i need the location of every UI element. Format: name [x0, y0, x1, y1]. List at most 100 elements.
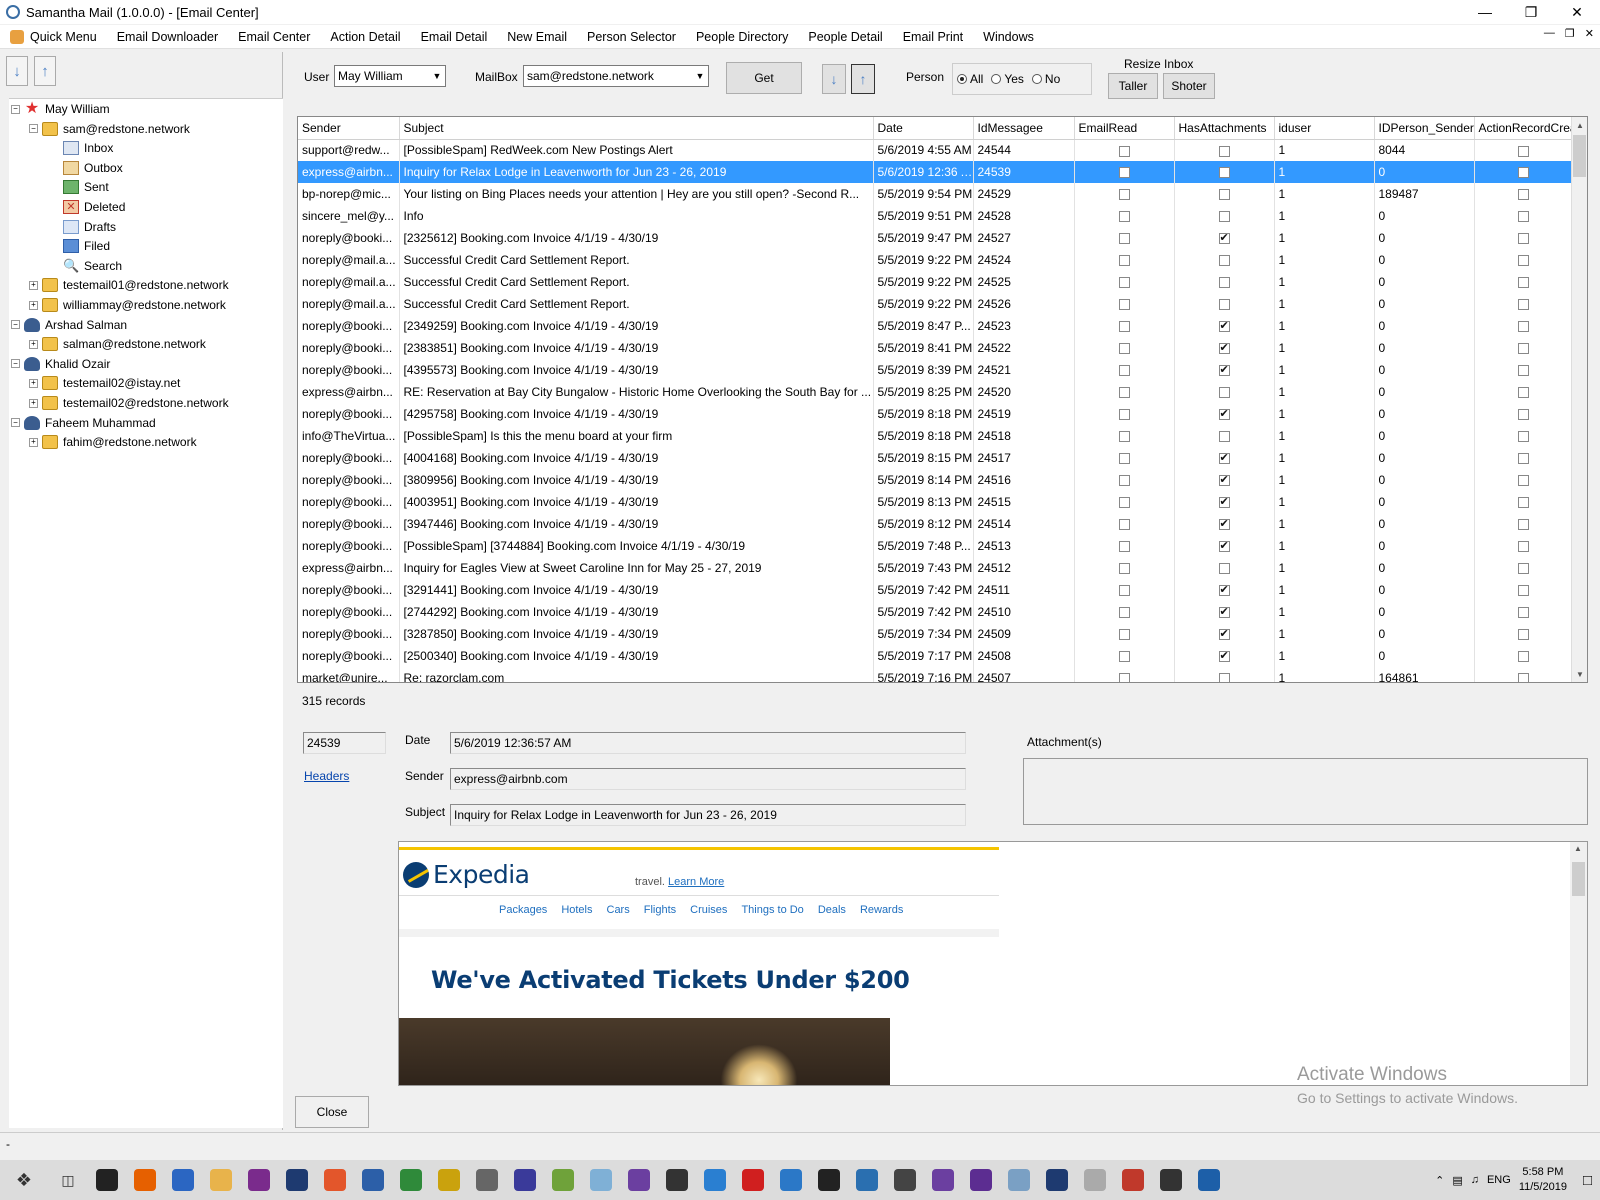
language-indicator[interactable]: ENG: [1487, 1174, 1511, 1186]
expand-icon[interactable]: +: [29, 280, 38, 290]
menu-person-selector[interactable]: Person Selector: [577, 25, 686, 49]
unchecked-box-icon[interactable]: [1518, 541, 1529, 553]
column-header-subject[interactable]: Subject: [399, 117, 874, 140]
menu-email-detail[interactable]: Email Detail: [411, 25, 498, 49]
collapse-icon[interactable]: −: [11, 359, 20, 369]
taskbar-app-icon[interactable]: [582, 1160, 620, 1200]
table-row[interactable]: express@airbn... RE: Reservation at Bay C…: [298, 381, 1574, 403]
unchecked-box-icon[interactable]: [1118, 277, 1130, 289]
checked-box-icon[interactable]: [1218, 627, 1230, 641]
taskbar-app-icon[interactable]: [430, 1160, 468, 1200]
unchecked-box-icon[interactable]: [1118, 387, 1130, 399]
email-nav-link[interactable]: Cruises: [690, 904, 727, 916]
unchecked-box-icon[interactable]: [1118, 475, 1130, 487]
email-nav-link[interactable]: Hotels: [561, 904, 592, 916]
taskbar-app-icon[interactable]: [1000, 1160, 1038, 1200]
unchecked-box-icon[interactable]: [1218, 255, 1230, 267]
close-window-icon[interactable]: ✕: [1554, 0, 1600, 24]
unchecked-box-icon[interactable]: [1218, 673, 1230, 682]
column-header-idperson_sender[interactable]: IDPerson_Sender: [1374, 117, 1475, 140]
taskbar-app-icon[interactable]: [88, 1160, 126, 1200]
get-button[interactable]: Get: [726, 62, 802, 94]
table-row[interactable]: express@airbn... Inquiry for Relax Lodge …: [298, 161, 1574, 183]
table-row[interactable]: noreply@mail.a... Successful Credit Card …: [298, 249, 1574, 271]
taskbar-app-icon[interactable]: [734, 1160, 772, 1200]
taskbar-app-icon[interactable]: [240, 1160, 278, 1200]
tree-item[interactable]: Inbox: [63, 138, 113, 158]
checked-box-icon[interactable]: [1218, 517, 1230, 531]
expand-icon[interactable]: +: [29, 378, 38, 388]
unchecked-box-icon[interactable]: [1218, 145, 1230, 157]
unchecked-box-icon[interactable]: [1118, 211, 1130, 223]
unchecked-box-icon[interactable]: [1518, 409, 1529, 421]
scroll-up-icon[interactable]: ▲: [1574, 844, 1582, 853]
unchecked-box-icon[interactable]: [1118, 629, 1130, 641]
learn-more-link[interactable]: Learn More: [668, 876, 724, 888]
unchecked-box-icon[interactable]: [1518, 321, 1529, 333]
taskbar-app-icon[interactable]: [924, 1160, 962, 1200]
unchecked-box-icon[interactable]: [1518, 607, 1529, 619]
scroll-thumb[interactable]: [1573, 135, 1586, 177]
unchecked-box-icon[interactable]: [1118, 651, 1130, 663]
table-row[interactable]: bp-norep@mic... Your listing on Bing Plac…: [298, 183, 1574, 205]
unchecked-box-icon[interactable]: [1218, 563, 1230, 575]
unchecked-box-icon[interactable]: [1118, 541, 1130, 553]
close-button[interactable]: Close: [295, 1096, 369, 1128]
menu-new-email[interactable]: New Email: [497, 25, 577, 49]
unchecked-box-icon[interactable]: [1218, 277, 1230, 289]
unchecked-box-icon[interactable]: [1518, 563, 1529, 575]
unchecked-box-icon[interactable]: [1518, 431, 1529, 443]
table-row[interactable]: express@airbn... Inquiry for Eagles View …: [298, 557, 1574, 579]
email-nav-link[interactable]: Flights: [644, 904, 676, 916]
taskbar-app-icon[interactable]: [164, 1160, 202, 1200]
unchecked-box-icon[interactable]: [1118, 145, 1130, 157]
taskbar-app-icon[interactable]: [1076, 1160, 1114, 1200]
table-row[interactable]: noreply@booki... [4003951] Booking.com In…: [298, 491, 1574, 513]
table-row[interactable]: noreply@booki... [4295758] Booking.com In…: [298, 403, 1574, 425]
table-row[interactable]: info@TheVirtua... [PossibleSpam] Is this …: [298, 425, 1574, 447]
collapse-icon[interactable]: −: [11, 418, 20, 428]
column-header-iduser[interactable]: iduser: [1274, 117, 1375, 140]
taskbar-app-icon[interactable]: [1190, 1160, 1228, 1200]
table-row[interactable]: noreply@booki... [2500340] Booking.com In…: [298, 645, 1574, 667]
menu-email-downloader[interactable]: Email Downloader: [107, 25, 228, 49]
tree-item[interactable]: Sent: [63, 177, 109, 197]
unchecked-box-icon[interactable]: [1518, 145, 1529, 157]
unchecked-box-icon[interactable]: [1218, 167, 1230, 179]
table-row[interactable]: noreply@booki... [2383851] Booking.com In…: [298, 337, 1574, 359]
checked-box-icon[interactable]: [1218, 231, 1230, 245]
unchecked-box-icon[interactable]: [1118, 497, 1130, 509]
column-header-emailread[interactable]: EmailRead: [1074, 117, 1175, 140]
unchecked-box-icon[interactable]: [1518, 211, 1529, 223]
clock[interactable]: 5:58 PM 11/5/2019: [1519, 1165, 1567, 1195]
taskbar-app-icon[interactable]: [1114, 1160, 1152, 1200]
taskbar-app-icon[interactable]: [1038, 1160, 1076, 1200]
unchecked-box-icon[interactable]: [1218, 211, 1230, 223]
unchecked-box-icon[interactable]: [1218, 387, 1230, 399]
unchecked-box-icon[interactable]: [1118, 431, 1130, 443]
menu-email-center[interactable]: Email Center: [228, 25, 320, 49]
menu-quick-menu[interactable]: Quick Menu: [24, 25, 107, 49]
sort-down-button[interactable]: ↓: [822, 64, 846, 94]
column-header-idmessagee[interactable]: IdMessagee: [973, 117, 1075, 140]
menu-action-detail[interactable]: Action Detail: [320, 25, 410, 49]
unchecked-box-icon[interactable]: [1518, 453, 1529, 465]
collapse-icon[interactable]: −: [11, 104, 20, 114]
table-row[interactable]: noreply@booki... [3291441] Booking.com In…: [298, 579, 1574, 601]
network-icon[interactable]: ▤: [1452, 1174, 1462, 1187]
body-scrollbar[interactable]: ▲: [1570, 842, 1587, 1085]
table-row[interactable]: noreply@booki... [2325612] Booking.com In…: [298, 227, 1574, 249]
tree-item[interactable]: + testemail01@redstone.network: [29, 275, 229, 295]
expand-icon[interactable]: +: [29, 437, 38, 447]
tree-item[interactable]: + fahim@redstone.network: [29, 432, 197, 452]
volume-icon[interactable]: ♫: [1471, 1174, 1479, 1186]
tree-item[interactable]: Drafts: [63, 217, 116, 237]
table-row[interactable]: noreply@mail.a... Successful Credit Card …: [298, 293, 1574, 315]
unchecked-box-icon[interactable]: [1118, 585, 1130, 597]
unchecked-box-icon[interactable]: [1518, 519, 1529, 531]
tree-item[interactable]: + testemail02@redstone.network: [29, 393, 229, 413]
checked-box-icon[interactable]: [1218, 341, 1230, 355]
taskbar-app-icon[interactable]: [354, 1160, 392, 1200]
collapse-icon[interactable]: −: [11, 320, 20, 330]
email-body-viewer[interactable]: Expedia travel. Learn More Packages Hotel…: [398, 841, 1588, 1086]
